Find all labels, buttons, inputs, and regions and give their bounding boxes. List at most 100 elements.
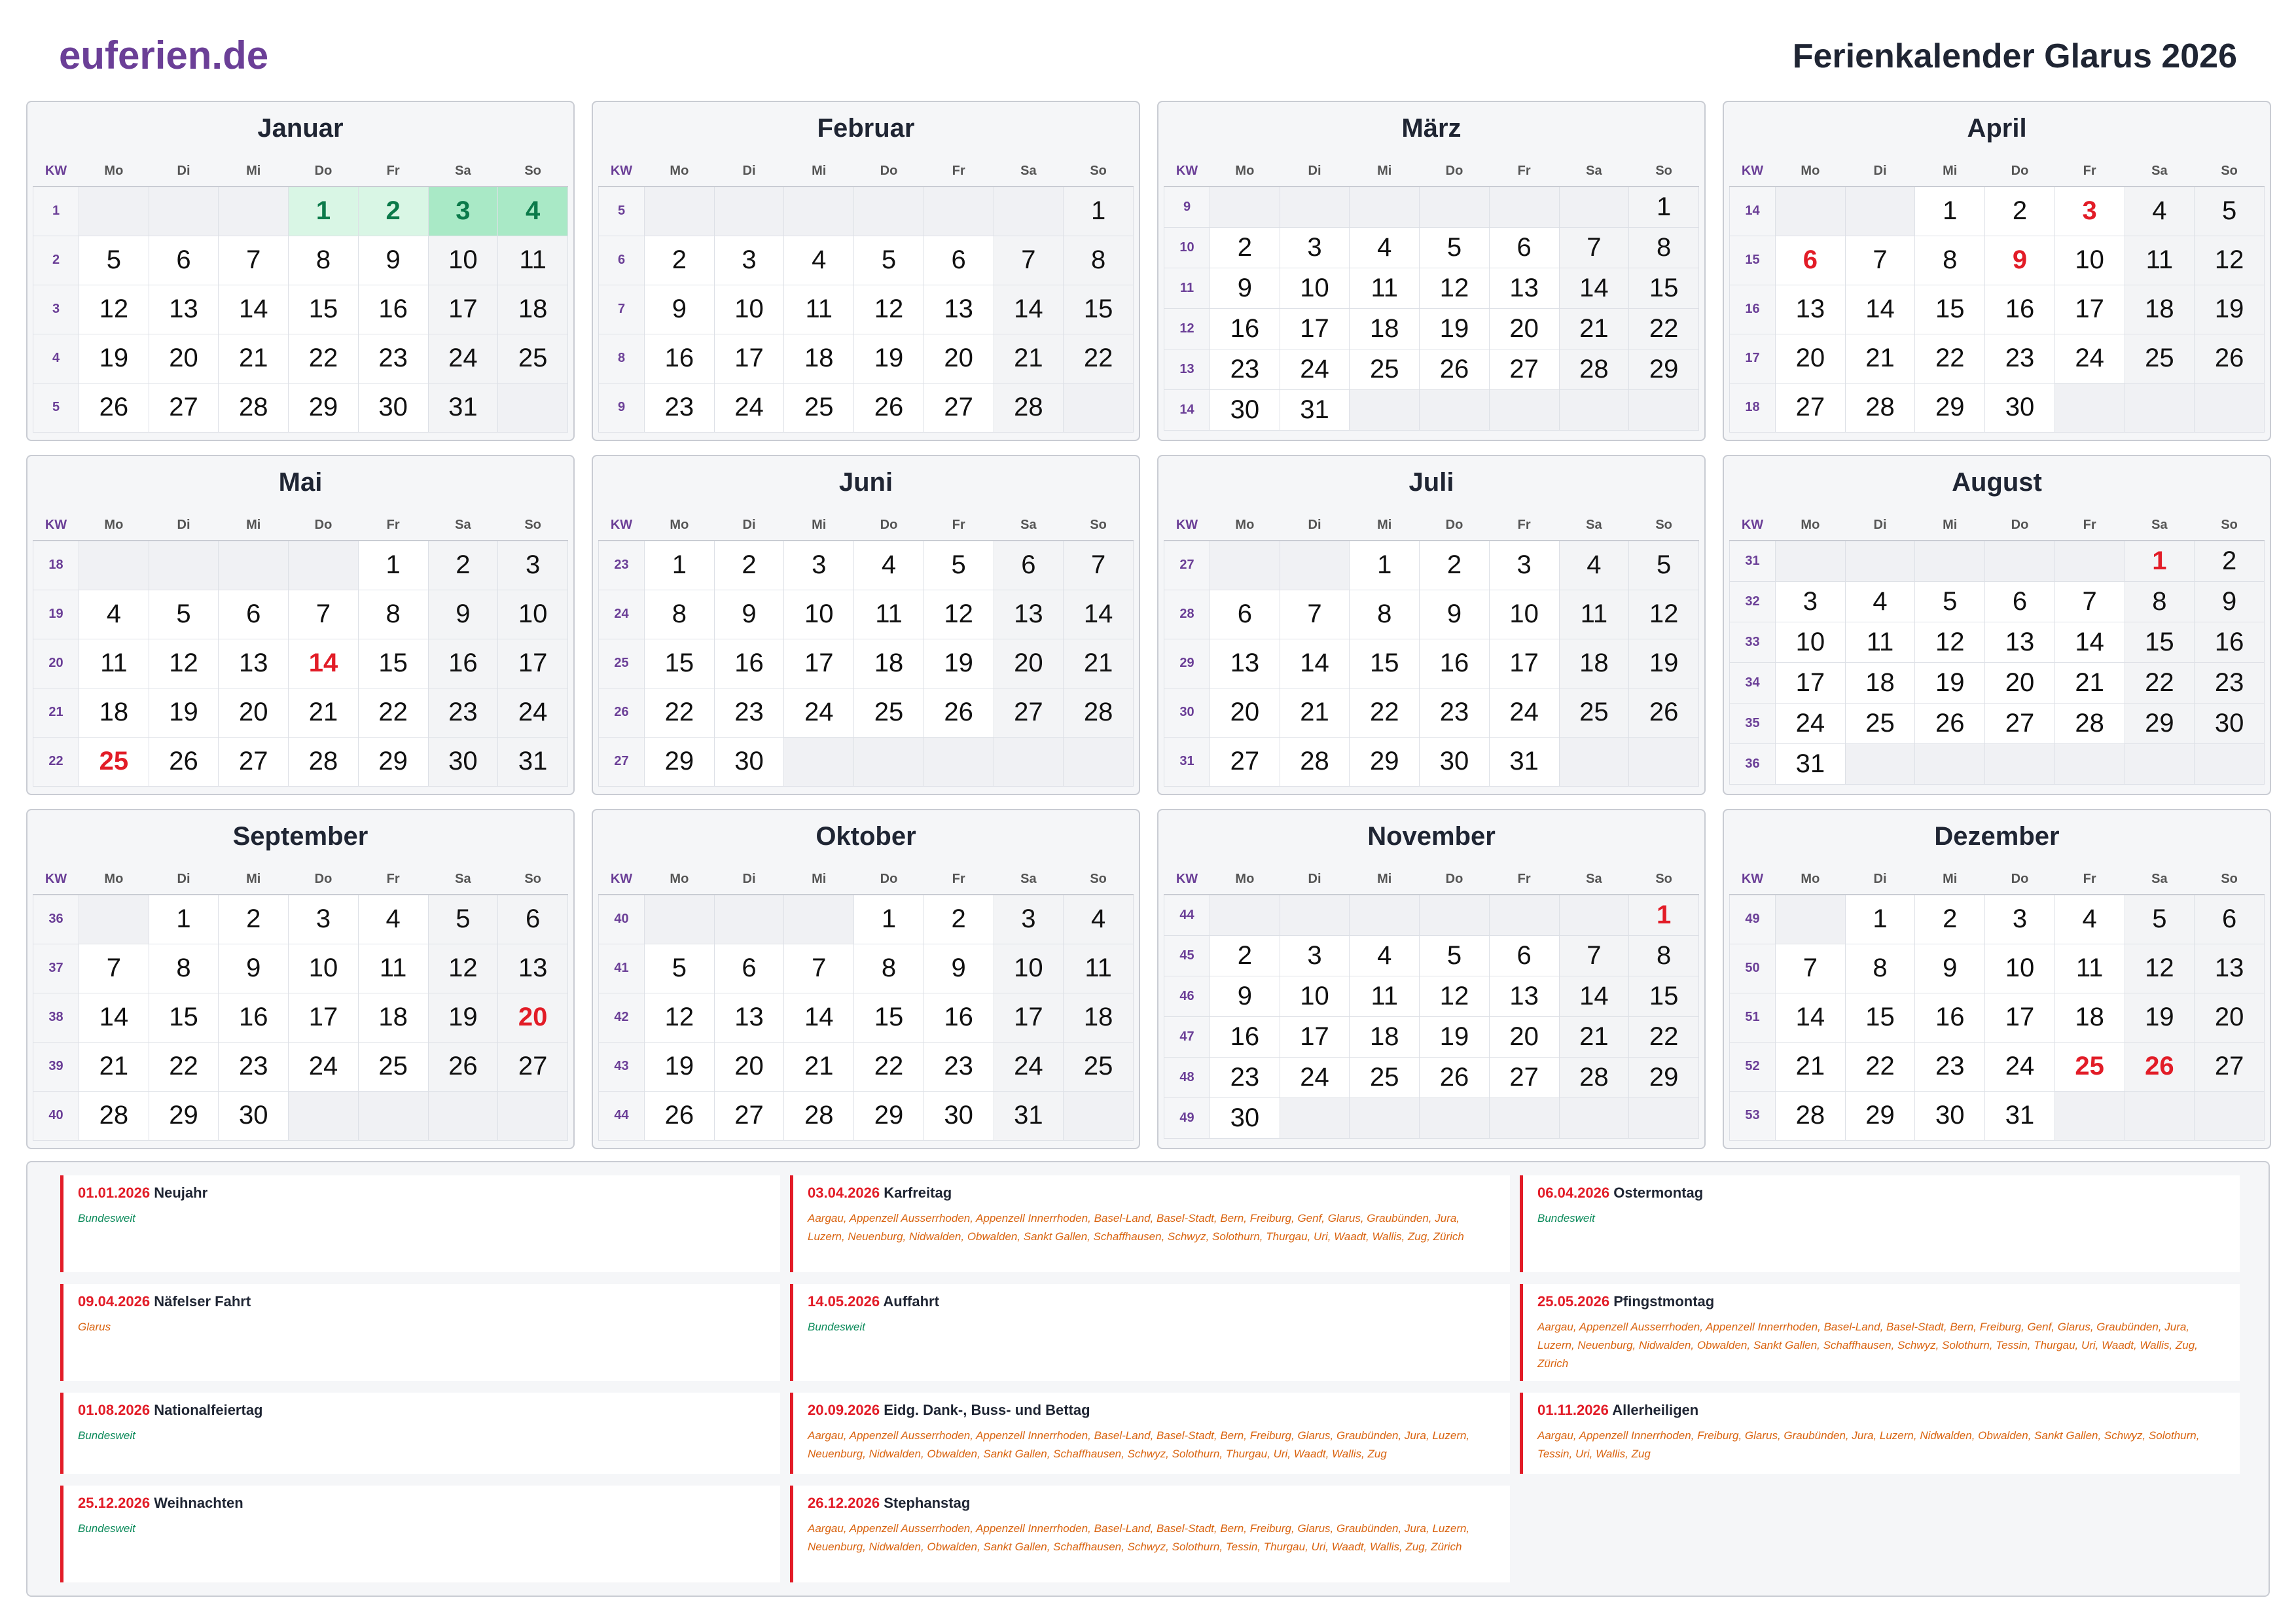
day-cell[interactable]: 3 xyxy=(288,894,359,944)
day-cell[interactable]: 15 xyxy=(1844,992,1916,1043)
day-cell[interactable]: 10 xyxy=(288,943,359,993)
day-cell[interactable]: 17 xyxy=(288,992,359,1043)
day-cell[interactable]: 22 xyxy=(357,687,429,738)
day-cell[interactable]: 24 xyxy=(1488,687,1560,738)
day-cell[interactable]: 19 xyxy=(2124,992,2195,1043)
day-cell[interactable]: 29 xyxy=(1844,1090,1916,1141)
day-cell[interactable]: 11 xyxy=(1558,589,1630,639)
day-cell[interactable]: 5 xyxy=(427,894,499,944)
day-cell[interactable]: 20 xyxy=(497,992,568,1043)
day-cell[interactable]: 11 xyxy=(2124,235,2195,285)
day-cell[interactable]: 23 xyxy=(1419,687,1490,738)
day-cell[interactable]: 5 xyxy=(644,943,715,993)
day-cell[interactable]: 23 xyxy=(644,382,715,433)
day-cell[interactable]: 25 xyxy=(79,736,149,787)
day-cell[interactable]: 26 xyxy=(2124,1041,2195,1092)
day-cell[interactable]: 31 xyxy=(427,382,499,433)
day-cell[interactable]: 1 xyxy=(1914,186,1986,236)
day-cell[interactable]: 12 xyxy=(2124,943,2195,993)
day-cell[interactable]: 11 xyxy=(497,235,568,285)
day-cell[interactable]: 14 xyxy=(288,638,359,688)
day-cell[interactable]: 21 xyxy=(1844,333,1916,383)
day-cell[interactable]: 17 xyxy=(993,992,1064,1043)
day-cell[interactable]: 1 xyxy=(853,894,924,944)
day-cell[interactable]: 6 xyxy=(148,235,219,285)
day-cell[interactable]: 1 xyxy=(1349,540,1420,590)
day-cell[interactable]: 22 xyxy=(148,1041,219,1092)
day-cell[interactable]: 20 xyxy=(1775,333,1846,383)
day-cell[interactable]: 6 xyxy=(1488,226,1560,268)
day-cell[interactable]: 14 xyxy=(79,992,149,1043)
day-cell[interactable]: 15 xyxy=(1628,267,1699,309)
day-cell[interactable]: 15 xyxy=(853,992,924,1043)
day-cell[interactable]: 18 xyxy=(1349,1016,1420,1058)
day-cell[interactable]: 18 xyxy=(2054,992,2125,1043)
day-cell[interactable]: 7 xyxy=(1558,226,1630,268)
day-cell[interactable]: 2 xyxy=(357,186,429,236)
day-cell[interactable]: 26 xyxy=(2194,333,2265,383)
day-cell[interactable]: 7 xyxy=(218,235,289,285)
day-cell[interactable]: 6 xyxy=(2194,894,2265,944)
day-cell[interactable]: 21 xyxy=(1279,687,1350,738)
day-cell[interactable]: 4 xyxy=(79,589,149,639)
day-cell[interactable]: 10 xyxy=(993,943,1064,993)
day-cell[interactable]: 12 xyxy=(1914,621,1986,663)
day-cell[interactable]: 27 xyxy=(923,382,994,433)
day-cell[interactable]: 1 xyxy=(357,540,429,590)
day-cell[interactable]: 18 xyxy=(783,333,855,383)
day-cell[interactable]: 14 xyxy=(2054,621,2125,663)
day-cell[interactable]: 20 xyxy=(993,638,1064,688)
day-cell[interactable]: 29 xyxy=(148,1090,219,1141)
day-cell[interactable]: 24 xyxy=(288,1041,359,1092)
day-cell[interactable]: 7 xyxy=(783,943,855,993)
day-cell[interactable]: 11 xyxy=(853,589,924,639)
day-cell[interactable]: 26 xyxy=(1419,348,1490,390)
day-cell[interactable]: 12 xyxy=(148,638,219,688)
day-cell[interactable]: 23 xyxy=(218,1041,289,1092)
day-cell[interactable]: 25 xyxy=(783,382,855,433)
day-cell[interactable]: 28 xyxy=(993,382,1064,433)
day-cell[interactable]: 21 xyxy=(288,687,359,738)
day-cell[interactable]: 23 xyxy=(1914,1041,1986,1092)
day-cell[interactable]: 10 xyxy=(1775,621,1846,663)
day-cell[interactable]: 28 xyxy=(218,382,289,433)
day-cell[interactable]: 19 xyxy=(853,333,924,383)
day-cell[interactable]: 24 xyxy=(2054,333,2125,383)
day-cell[interactable]: 23 xyxy=(1210,348,1280,390)
day-cell[interactable]: 20 xyxy=(713,1041,785,1092)
day-cell[interactable]: 2 xyxy=(713,540,785,590)
day-cell[interactable]: 17 xyxy=(1279,1016,1350,1058)
day-cell[interactable]: 27 xyxy=(218,736,289,787)
day-cell[interactable]: 7 xyxy=(1063,540,1134,590)
day-cell[interactable]: 19 xyxy=(644,1041,715,1092)
day-cell[interactable]: 5 xyxy=(1914,580,1986,622)
day-cell[interactable]: 30 xyxy=(427,736,499,787)
day-cell[interactable]: 15 xyxy=(644,638,715,688)
day-cell[interactable]: 8 xyxy=(2124,580,2195,622)
day-cell[interactable]: 7 xyxy=(1279,589,1350,639)
day-cell[interactable]: 10 xyxy=(2054,235,2125,285)
day-cell[interactable]: 17 xyxy=(1279,308,1350,349)
day-cell[interactable]: 23 xyxy=(1210,1056,1280,1098)
day-cell[interactable]: 15 xyxy=(1628,975,1699,1017)
day-cell[interactable]: 17 xyxy=(2054,284,2125,334)
day-cell[interactable]: 1 xyxy=(1844,894,1916,944)
day-cell[interactable]: 13 xyxy=(993,589,1064,639)
day-cell[interactable]: 2 xyxy=(1914,894,1986,944)
day-cell[interactable]: 25 xyxy=(1063,1041,1134,1092)
day-cell[interactable]: 24 xyxy=(993,1041,1064,1092)
day-cell[interactable]: 10 xyxy=(783,589,855,639)
day-cell[interactable]: 22 xyxy=(1063,333,1134,383)
day-cell[interactable]: 6 xyxy=(1210,589,1280,639)
day-cell[interactable]: 11 xyxy=(1349,267,1420,309)
day-cell[interactable]: 22 xyxy=(1628,308,1699,349)
day-cell[interactable]: 3 xyxy=(993,894,1064,944)
day-cell[interactable]: 5 xyxy=(1628,540,1699,590)
day-cell[interactable]: 4 xyxy=(1558,540,1630,590)
day-cell[interactable]: 4 xyxy=(853,540,924,590)
day-cell[interactable]: 2 xyxy=(1210,935,1280,976)
day-cell[interactable]: 7 xyxy=(1844,235,1916,285)
day-cell[interactable]: 12 xyxy=(1419,267,1490,309)
day-cell[interactable]: 16 xyxy=(1984,284,2055,334)
day-cell[interactable]: 10 xyxy=(1279,975,1350,1017)
